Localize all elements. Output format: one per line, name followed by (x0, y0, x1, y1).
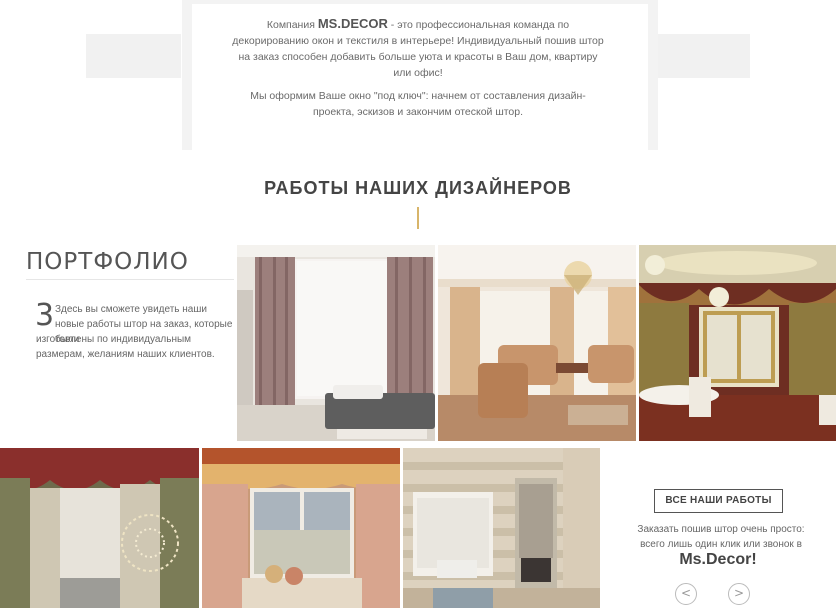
section-title: РАБОТЫ НАШИХ ДИЗАЙНЕРОВ (264, 178, 572, 198)
intro-paragraph-1: Компания MS.DECOR - это профессиональная… (232, 16, 604, 79)
portfolio-photo-3[interactable] (639, 245, 836, 441)
portfolio-heading: ПОРТФОЛИО (26, 249, 189, 275)
portfolio-number: 3 (35, 298, 55, 333)
portfolio-description-2: изготовлены по индивидуальным размерам, … (36, 334, 215, 360)
side-decor-right (655, 34, 750, 78)
intro-brand: MS.DECOR (317, 16, 388, 31)
portfolio-photo-6[interactable] (403, 448, 600, 608)
next-arrow-icon[interactable]: > (728, 583, 750, 605)
cta-text: Заказать пошив штор очень просто: всего … (637, 524, 805, 550)
intro-top-border (192, 0, 648, 4)
intro-text: Компания MS.DECOR - это профессиональная… (232, 16, 604, 127)
intro-rail-left (182, 0, 192, 150)
portfolio-photo-5[interactable] (202, 448, 400, 608)
intro-paragraph-2: Мы оформим Ваше окно "под ключ": начнем … (250, 90, 586, 118)
title-accent-line (417, 207, 419, 229)
all-works-button[interactable]: ВСЕ НАШИ РАБОТЫ (654, 489, 783, 513)
portfolio-photo-4[interactable] (0, 448, 199, 608)
portfolio-photo-2[interactable] (438, 245, 636, 441)
portfolio-divider (26, 279, 234, 280)
portfolio-photo-1[interactable] (237, 245, 435, 441)
prev-arrow-icon[interactable]: < (675, 583, 697, 605)
side-decor-left (86, 34, 181, 78)
cta-brand: Ms.Decor! (679, 551, 757, 568)
intro-rail-right (648, 0, 658, 150)
